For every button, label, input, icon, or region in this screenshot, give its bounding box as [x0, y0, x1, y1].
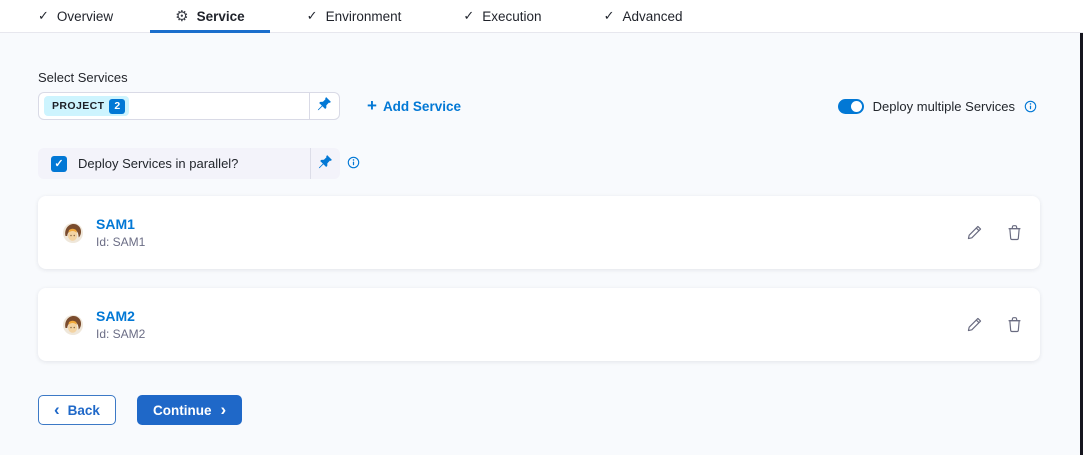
check-icon: ✓: [307, 8, 318, 24]
pin-icon: [318, 154, 333, 174]
trash-icon: [1007, 316, 1022, 333]
tab-overview[interactable]: ✓ Overview: [13, 0, 138, 32]
add-service-label: Add Service: [383, 99, 461, 114]
pencil-icon: [966, 316, 983, 333]
tab-label: Service: [197, 9, 245, 24]
service-avatar: [62, 314, 84, 336]
back-button[interactable]: ‹ Back: [38, 395, 116, 425]
deploy-parallel-info-icon[interactable]: [347, 156, 360, 169]
check-icon: ✓: [38, 8, 49, 24]
plus-icon: +: [367, 97, 377, 114]
check-icon: ✓: [463, 8, 474, 24]
tab-label: Environment: [326, 9, 402, 24]
deploy-parallel-checkbox[interactable]: ✓: [51, 156, 67, 172]
delete-service-button[interactable]: [1007, 224, 1022, 241]
check-icon: ✓: [604, 8, 615, 24]
tab-service[interactable]: ⚙ Service: [150, 0, 270, 32]
services-multiselect-input[interactable]: PROJECT 2: [39, 93, 309, 119]
service-id: Id: SAM2: [96, 327, 145, 341]
services-multiselect[interactable]: PROJECT 2: [38, 92, 340, 120]
pin-input-button[interactable]: [309, 93, 339, 119]
select-services-label: Select Services: [38, 70, 128, 85]
service-card-text: SAM2 Id: SAM2: [96, 308, 145, 341]
back-button-label: Back: [68, 403, 100, 418]
tab-label: Execution: [482, 9, 541, 24]
continue-button-label: Continue: [153, 403, 212, 418]
deploy-multiple-label: Deploy multiple Services: [873, 99, 1015, 114]
service-id: Id: SAM1: [96, 235, 145, 249]
edit-service-button[interactable]: [966, 224, 983, 241]
gear-icon: ⚙: [175, 9, 188, 24]
edit-service-button[interactable]: [966, 316, 983, 333]
tab-execution[interactable]: ✓ Execution: [438, 0, 566, 32]
project-chip-count-badge: 2: [109, 99, 125, 114]
trash-icon: [1007, 224, 1022, 241]
pencil-icon: [966, 224, 983, 241]
service-card-sam2: SAM2 Id: SAM2: [38, 288, 1040, 361]
service-avatar: [62, 222, 84, 244]
tab-label: Overview: [57, 9, 113, 24]
chevron-right-icon: ›: [221, 401, 227, 418]
service-card-sam1: SAM1 Id: SAM1: [38, 196, 1040, 269]
deploy-multiple-info-icon[interactable]: [1024, 100, 1037, 113]
delete-service-button[interactable]: [1007, 316, 1022, 333]
service-card-text: SAM1 Id: SAM1: [96, 216, 145, 249]
tab-environment[interactable]: ✓ Environment: [282, 0, 427, 32]
tab-advanced[interactable]: ✓ Advanced: [579, 0, 708, 32]
deploy-multiple-services-group: Deploy multiple Services: [838, 99, 1037, 114]
project-chip-label: PROJECT: [52, 100, 104, 112]
project-chip[interactable]: PROJECT 2: [44, 96, 129, 116]
deploy-multiple-toggle[interactable]: [838, 99, 864, 114]
add-service-button[interactable]: + Add Service: [367, 99, 461, 114]
continue-button[interactable]: Continue ›: [137, 395, 242, 425]
service-name-link[interactable]: SAM1: [96, 216, 145, 232]
chevron-left-icon: ‹: [54, 401, 60, 418]
pin-parallel-button[interactable]: [311, 148, 340, 179]
tab-label: Advanced: [622, 9, 682, 24]
pipeline-stage-tabs: ✓ Overview ⚙ Service ✓ Environment ✓ Exe…: [0, 0, 1083, 33]
toggle-knob: [851, 101, 862, 112]
pin-icon: [317, 96, 332, 116]
deploy-parallel-label: Deploy Services in parallel?: [78, 156, 310, 171]
service-name-link[interactable]: SAM2: [96, 308, 145, 324]
deploy-parallel-row: ✓ Deploy Services in parallel?: [38, 148, 340, 179]
